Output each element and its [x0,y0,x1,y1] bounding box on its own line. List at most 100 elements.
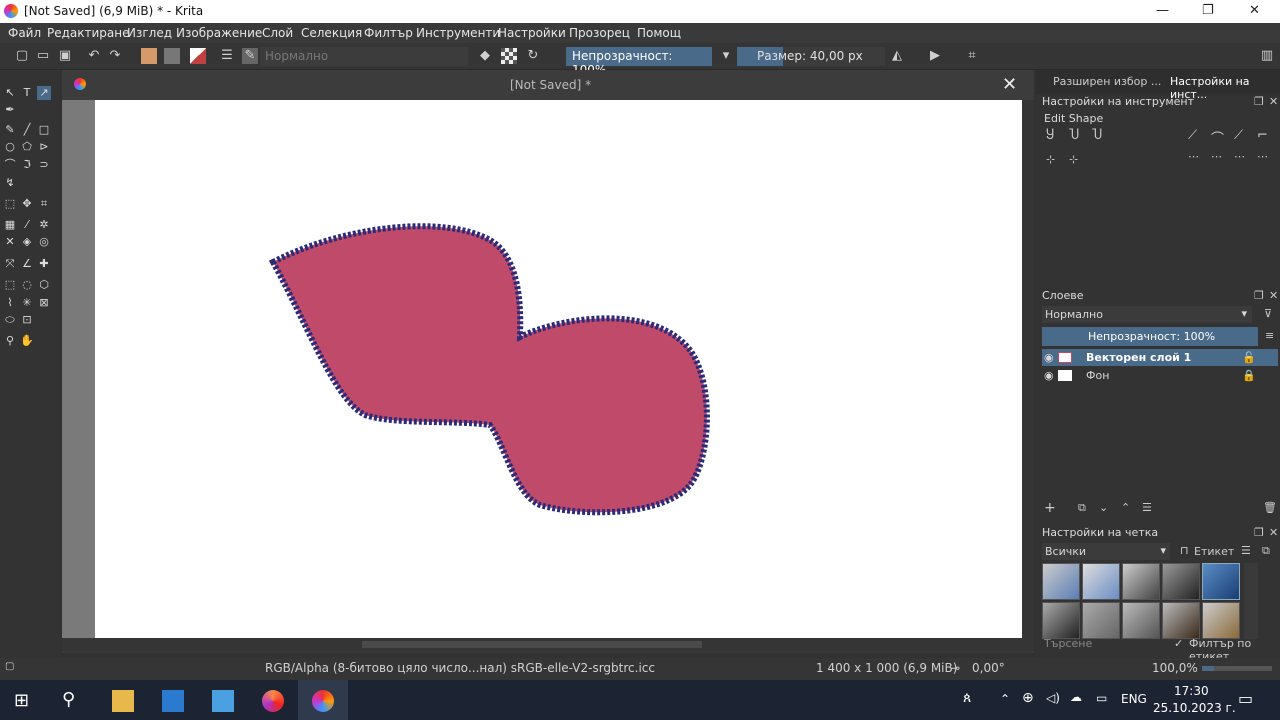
search-icon[interactable]: ⚲ [62,689,75,710]
freehand-path-icon[interactable]: ℑ [20,158,34,172]
crop-tool-icon[interactable]: ⌗ [37,197,51,211]
contiguous-select-icon[interactable]: ✳ [20,296,34,310]
people-icon[interactable]: ጰ [963,690,971,706]
opacity-slider[interactable]: Непрозрачност: 100% [566,47,712,77]
insert-point-icon[interactable]: ⊹ [1046,153,1055,166]
select-shape-icon[interactable]: ↖ [3,86,17,100]
rectangle-tool-icon[interactable]: □ [37,123,51,137]
eraser-icon[interactable]: ◆ [477,48,493,64]
measure-tool-icon[interactable]: ∠ [20,257,34,271]
menu-help[interactable]: Помощ [637,26,681,40]
size-slider[interactable]: Размер: 40,00 px [737,47,885,66]
brush-tool-icon[interactable]: ✎ [3,123,17,137]
brush-preset[interactable] [1122,563,1160,600]
segment-line-icon[interactable]: ⟋ [1188,128,1197,143]
brush-filter-select[interactable]: Всички ▾ [1042,543,1170,560]
volume-icon[interactable]: ◁) [1046,691,1060,705]
freehand-select-icon[interactable]: ⌇ [3,296,17,310]
calligraphy-icon[interactable]: ✒ [3,103,17,117]
gradient-tool-icon[interactable]: ▦ [3,218,17,232]
visibility-eye-icon[interactable]: ◉ [1044,369,1054,382]
color-space-info[interactable]: RGB/Alpha (8-битово цяло число...нал) sR… [265,661,655,675]
smart-patch-icon[interactable]: ✲ [37,218,51,232]
pan-tool-icon[interactable]: ✋ [20,334,34,348]
segment-convert-icon[interactable]: ⟋ [1234,128,1243,143]
ellipse-tool-icon[interactable]: ○ [3,140,17,154]
language-indicator[interactable]: ENG [1121,692,1147,706]
brush-preset[interactable] [1162,602,1200,639]
canvas[interactable] [95,100,1022,638]
close-panel-icon[interactable]: ✕ [1269,95,1278,108]
move-layer-down-icon[interactable]: ⌄ [1099,501,1108,514]
menu-edit[interactable]: Редактиране [47,26,130,40]
brush-search-input[interactable]: Търсене [1044,637,1092,650]
close-document-icon[interactable]: ✕ [1002,74,1017,95]
workspace-icon[interactable]: ▥ [1259,48,1275,64]
assistant-tool-icon[interactable]: ✕ [3,235,17,249]
globe-icon[interactable]: ⊕ [1022,690,1034,706]
enclose-fill-icon[interactable]: ◎ [37,235,51,249]
magnetic-select-icon[interactable]: ⊡ [20,313,34,327]
add-layer-icon[interactable]: + [1044,500,1056,516]
polygon-select-icon[interactable]: ⬡ [37,278,51,292]
line-tool-icon[interactable]: ╱ [20,123,34,137]
windows-start-icon[interactable]: ⊞ [14,690,29,711]
cloud-icon[interactable]: ☁ [1070,690,1082,704]
menu-image[interactable]: Изображение [176,26,262,40]
open-document-icon[interactable]: ▭ [35,48,51,64]
close-brushes-icon[interactable]: ✕ [1269,526,1278,539]
zoom-tool-icon[interactable]: ⚲ [3,334,17,348]
tag-button[interactable]: Етикет [1194,545,1234,558]
close-layers-icon[interactable]: ✕ [1269,289,1278,302]
fill-tool-icon[interactable]: ◈ [20,235,34,249]
layer-row[interactable]: ◉ Векторен слой 1 🔓 [1042,349,1278,366]
brush-preset[interactable] [1082,602,1120,639]
join-points-icon[interactable]: ⋯ [1188,150,1199,163]
tab-advanced-selection[interactable]: Разширен избор ... [1053,75,1161,88]
layer-filter-icon[interactable]: ⊽ [1264,307,1272,320]
vector-shape[interactable] [268,223,710,516]
duplicate-layer-icon[interactable]: ⧉ [1078,501,1086,515]
clock-date[interactable]: 25.10.2023 г. [1153,701,1236,715]
transform-tool-icon[interactable]: ⬚ [3,197,17,211]
reference-tool-icon[interactable]: ⤧ [3,257,17,271]
color-picker-icon[interactable]: ⁄ [20,218,34,232]
save-icon[interactable]: ▣ [57,48,73,64]
brush-preset[interactable] [1162,563,1200,600]
layer-opacity-slider[interactable]: Непрозрачност: 100% [1042,327,1258,346]
float-brushes-icon[interactable]: ❐ [1254,526,1264,539]
brush-preset[interactable] [1042,602,1080,639]
undo-icon[interactable]: ↶ [86,48,102,64]
float-layers-icon[interactable]: ❐ [1254,289,1264,302]
redo-icon[interactable]: ↷ [107,48,123,64]
wrap-around-icon[interactable]: ⌗ [964,48,980,64]
lock-icon[interactable]: 🔒 [1242,369,1256,382]
file-explorer-icon[interactable] [112,690,134,712]
similar-select-icon[interactable]: ⊠ [37,296,51,310]
menu-filter[interactable]: Филтър [364,26,413,40]
break-point-icon[interactable]: ⋯ [1234,150,1245,163]
break-segment-icon[interactable]: ⋯ [1257,150,1268,163]
pin-tool-icon[interactable]: ✚ [37,257,51,271]
new-document-icon[interactable]: ▢ [14,48,30,64]
krita-taskbar-button[interactable] [298,680,348,720]
move-layer-up-icon[interactable]: ⌃ [1121,501,1130,514]
layer-menu-icon[interactable]: ≡ [1265,329,1274,342]
menu-settings[interactable]: Настройки [498,26,566,40]
menu-view[interactable]: Изглед [127,26,172,40]
filter-by-tag-checkbox[interactable]: ✓ [1174,637,1183,650]
rect-select-icon[interactable]: ⬚ [3,278,17,292]
remove-point-icon[interactable]: ⊹ [1069,153,1078,166]
brush-scrollbar[interactable] [1244,563,1258,639]
node-symmetric-icon[interactable]: Ⴎ [1092,128,1102,143]
notifications-icon[interactable]: ▭ [1238,689,1253,708]
list-view-icon[interactable]: ☰ [1241,544,1251,557]
polygon-tool-icon[interactable]: ⬠ [20,140,34,154]
menu-select[interactable]: Селекция [301,26,362,40]
bezier-tool-icon[interactable]: ⌒ [3,158,17,172]
menu-layer[interactable]: Слой [262,26,293,40]
chevron-up-icon[interactable]: ⌃ [1000,692,1010,706]
blend-mode-select[interactable]: Нормално [260,47,468,66]
vertical-scrollbar[interactable] [1022,100,1034,638]
dynamic-brush-icon[interactable]: ⊃ [37,158,51,172]
